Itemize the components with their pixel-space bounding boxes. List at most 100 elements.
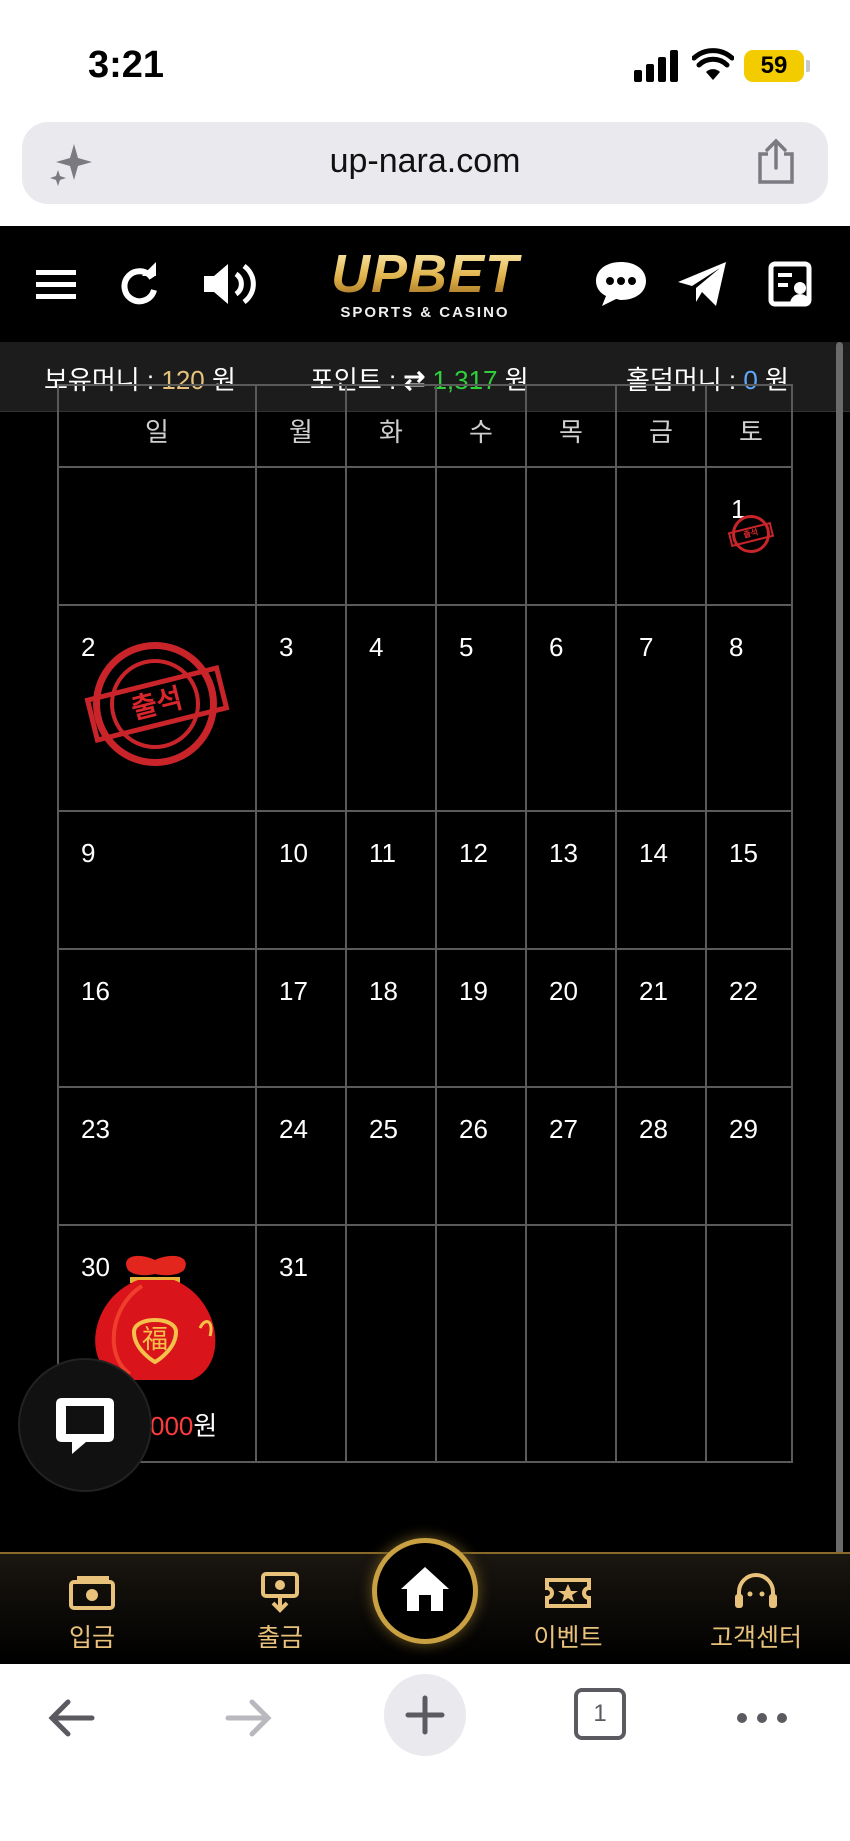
day-cell-11[interactable]: 11	[369, 838, 396, 869]
day-cell-10[interactable]: 10	[279, 838, 308, 869]
wifi-icon	[692, 48, 734, 80]
day-cell-8[interactable]: 8	[729, 632, 743, 663]
day-cell-27[interactable]: 27	[549, 1114, 578, 1145]
weekday-fri: 금	[649, 417, 673, 447]
attendance-stamp: 출석	[84, 642, 230, 766]
reward-amount: 000원	[150, 1406, 217, 1443]
nav-deposit[interactable]: 입금	[32, 1572, 152, 1654]
day-cell-7[interactable]: 7	[639, 632, 653, 663]
telegram-icon[interactable]	[676, 256, 728, 312]
attendance-stamp-small: 출석	[727, 515, 775, 553]
battery-cap	[806, 60, 810, 72]
day-cell-13[interactable]: 13	[549, 838, 578, 869]
grid-line	[705, 386, 707, 1461]
day-cell-15[interactable]: 15	[729, 838, 758, 869]
page: { "status_bar": { "time": "3:21", "batte…	[0, 0, 850, 1841]
grid-line	[59, 1086, 791, 1088]
status-bar: 3:21 59	[0, 0, 850, 118]
weekday-mon: 월	[289, 417, 313, 447]
grid-line	[59, 466, 791, 468]
day-cell-19[interactable]: 19	[459, 976, 488, 1007]
url-text[interactable]: up-nara.com	[22, 142, 828, 181]
day-cell-20[interactable]: 20	[549, 976, 578, 1007]
profile-card-icon[interactable]	[768, 256, 814, 312]
grid-line	[59, 810, 791, 812]
weekday-tue: 화	[379, 417, 403, 447]
nav-event-label: 이벤트	[533, 1624, 603, 1652]
grid-line	[59, 1224, 791, 1226]
new-tab-button[interactable]	[384, 1674, 466, 1756]
day-cell-18[interactable]: 18	[369, 976, 398, 1007]
grid-line	[615, 386, 617, 1461]
grid-line	[255, 386, 257, 1461]
day-cell-31[interactable]: 31	[279, 1252, 308, 1283]
url-bar[interactable]: up-nara.com	[22, 122, 828, 204]
day-cell-17[interactable]: 17	[279, 976, 308, 1007]
weekday-sun: 일	[145, 417, 169, 447]
day-cell-24[interactable]: 24	[279, 1114, 308, 1145]
weekday-wed: 수	[469, 417, 493, 447]
browser-url-area: up-nara.com	[0, 118, 850, 226]
headset-icon	[735, 1573, 777, 1608]
more-icon[interactable]	[732, 1690, 792, 1746]
logo-sub-text: SPORTS & CASINO	[340, 304, 510, 321]
nav-support[interactable]: 고객센터	[696, 1572, 816, 1654]
nav-deposit-label: 입금	[68, 1624, 115, 1652]
grid-line	[59, 948, 791, 950]
grid-line	[345, 386, 347, 1461]
forward-arrow-icon[interactable]	[220, 1690, 276, 1746]
day-cell-28[interactable]: 28	[639, 1114, 668, 1145]
chat-bubble-icon[interactable]	[592, 256, 650, 312]
day-cell-9[interactable]: 9	[81, 838, 95, 869]
grid-line	[59, 604, 791, 606]
nav-withdraw[interactable]: 출금	[220, 1572, 340, 1654]
nav-withdraw-label: 출금	[256, 1624, 303, 1652]
scrollbar[interactable]	[836, 342, 843, 1652]
reward-unit: 원	[193, 1411, 218, 1441]
grid-line	[525, 386, 527, 1461]
svg-text:福: 福	[142, 1325, 168, 1355]
day-cell-26[interactable]: 26	[459, 1114, 488, 1145]
day-cell-5[interactable]: 5	[459, 632, 473, 663]
day-cell-22[interactable]: 22	[729, 976, 758, 1007]
reward-value: 000	[150, 1411, 194, 1441]
menu-icon[interactable]	[30, 256, 86, 312]
day-cell-3[interactable]: 3	[279, 632, 293, 663]
withdraw-icon	[261, 1572, 299, 1613]
day-cell-4[interactable]: 4	[369, 632, 383, 663]
chat-fab-button[interactable]	[20, 1360, 150, 1490]
day-cell-14[interactable]: 14	[639, 838, 668, 869]
site-header: UPBET SPORTS & CASINO	[0, 226, 850, 342]
weekday-sat: 토	[739, 417, 763, 447]
share-icon[interactable]	[754, 138, 798, 186]
sound-icon[interactable]	[200, 256, 260, 312]
day-cell-6[interactable]: 6	[549, 632, 563, 663]
chat-icon	[56, 1398, 114, 1454]
day-cell-29[interactable]: 29	[729, 1114, 758, 1145]
logo-main-text: UPBET	[300, 246, 550, 302]
nav-support-label: 고객센터	[709, 1624, 802, 1652]
upbet-logo[interactable]: UPBET SPORTS & CASINO	[300, 246, 550, 326]
home-icon	[401, 1567, 449, 1611]
browser-toolbar: 1	[0, 1664, 850, 1841]
home-button[interactable]	[372, 1538, 478, 1644]
signal-icon	[634, 50, 680, 82]
plus-icon	[405, 1695, 445, 1735]
day-cell-21[interactable]: 21	[639, 976, 668, 1007]
day-cell-16[interactable]: 16	[81, 976, 110, 1007]
weekday-thu: 목	[559, 417, 583, 447]
day-cell-12[interactable]: 12	[459, 838, 488, 869]
back-arrow-icon[interactable]	[44, 1690, 100, 1746]
nav-event[interactable]: 이벤트	[508, 1572, 628, 1654]
ticket-icon	[545, 1578, 591, 1608]
status-time: 3:21	[88, 44, 165, 86]
tab-count-button[interactable]: 1	[574, 1688, 626, 1740]
refresh-icon[interactable]	[112, 256, 168, 312]
grid-line	[435, 386, 437, 1461]
day-cell-23[interactable]: 23	[81, 1114, 110, 1145]
deposit-icon	[69, 1576, 115, 1610]
battery-indicator: 59	[744, 50, 804, 82]
stamp-label-small: 출석	[727, 521, 775, 548]
day-cell-25[interactable]: 25	[369, 1114, 398, 1145]
day-cell-2[interactable]: 2	[81, 632, 95, 663]
